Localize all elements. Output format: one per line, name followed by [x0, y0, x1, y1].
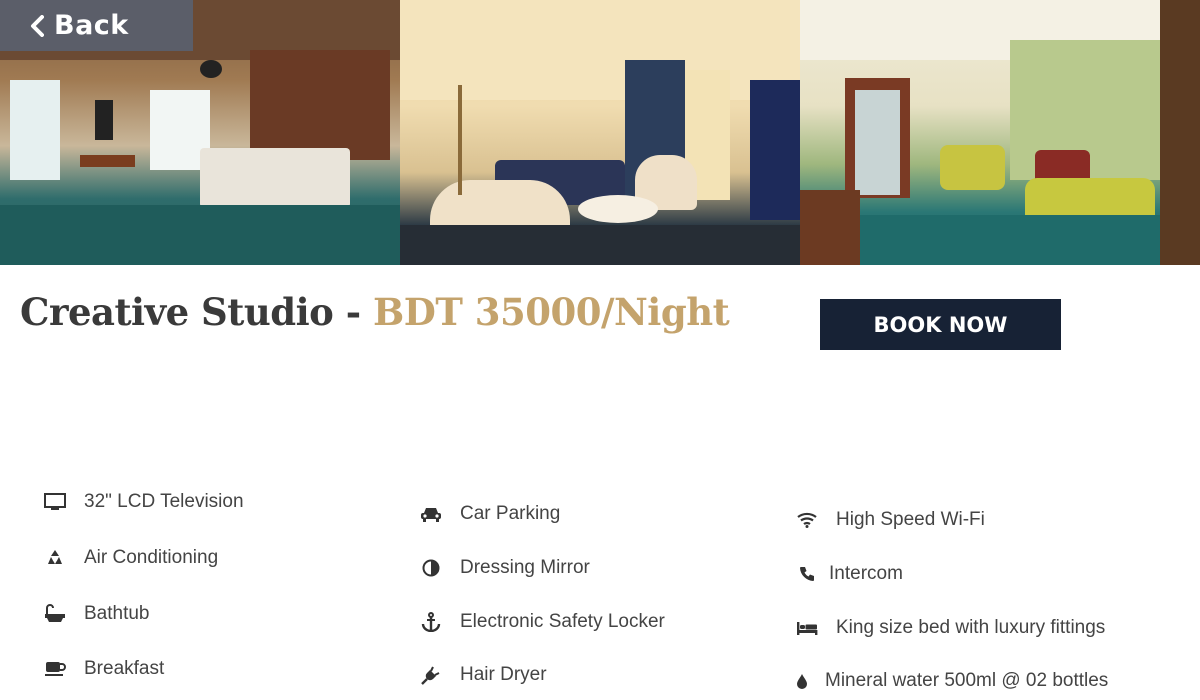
amenity-air-conditioning: Air Conditioning: [44, 547, 218, 569]
room-title: Creative Studio - BDT 35000/Night: [20, 290, 730, 334]
amenity-label: Dressing Mirror: [460, 557, 590, 578]
amenity-bathtub: Bathtub: [44, 603, 150, 625]
plug-icon: [420, 665, 442, 685]
amenity-car-parking: Car Parking: [420, 503, 560, 525]
room-photo-living-area[interactable]: [400, 0, 800, 265]
television-icon: [44, 492, 66, 512]
recycle-icon: [44, 548, 66, 568]
amenity-label: 32" LCD Television: [84, 491, 244, 512]
amenity-label: Air Conditioning: [84, 547, 219, 568]
amenity-hair-dryer: Hair Dryer: [420, 664, 547, 686]
amenity-label: High Speed Wi-Fi: [836, 509, 985, 530]
phone-icon: [796, 564, 818, 584]
amenity-wifi: High Speed Wi-Fi: [796, 509, 985, 531]
amenity-breakfast: Breakfast: [44, 658, 164, 680]
car-icon: [420, 504, 442, 524]
amenity-label: Intercom: [829, 563, 903, 584]
bathtub-icon: [44, 604, 66, 624]
coffee-cup-icon: [44, 659, 66, 679]
amenity-safety-locker: Electronic Safety Locker: [420, 611, 665, 633]
title-separator: -: [333, 290, 373, 334]
half-circle-icon: [420, 558, 442, 578]
back-label: Back: [54, 10, 129, 41]
amenity-dressing-mirror: Dressing Mirror: [420, 557, 590, 579]
amenity-king-bed: King size bed with luxury fittings: [796, 617, 1105, 639]
room-photo-lounge[interactable]: [800, 0, 1200, 265]
wifi-icon: [796, 510, 818, 530]
room-price: BDT 35000/Night: [372, 290, 730, 334]
amenity-label: Electronic Safety Locker: [460, 611, 665, 632]
chevron-left-icon: [31, 14, 44, 37]
water-drop-icon: [796, 671, 808, 691]
amenity-television: 32" LCD Television: [44, 491, 244, 513]
amenity-label: Mineral water 500ml @ 02 bottles: [825, 670, 1109, 691]
book-now-button[interactable]: BOOK NOW: [820, 299, 1061, 350]
amenity-intercom: Intercom: [796, 563, 903, 585]
amenity-label: King size bed with luxury fittings: [836, 617, 1106, 638]
amenity-label: Car Parking: [460, 503, 561, 524]
anchor-icon: [420, 612, 442, 632]
bed-icon: [796, 618, 818, 638]
room-name: Creative Studio: [20, 290, 334, 334]
amenity-mineral-water: Mineral water 500ml @ 02 bottles: [796, 670, 1108, 692]
amenity-label: Breakfast: [84, 658, 165, 679]
amenity-label: Hair Dryer: [460, 664, 547, 685]
amenity-label: Bathtub: [84, 603, 150, 624]
back-button[interactable]: Back: [0, 0, 193, 51]
